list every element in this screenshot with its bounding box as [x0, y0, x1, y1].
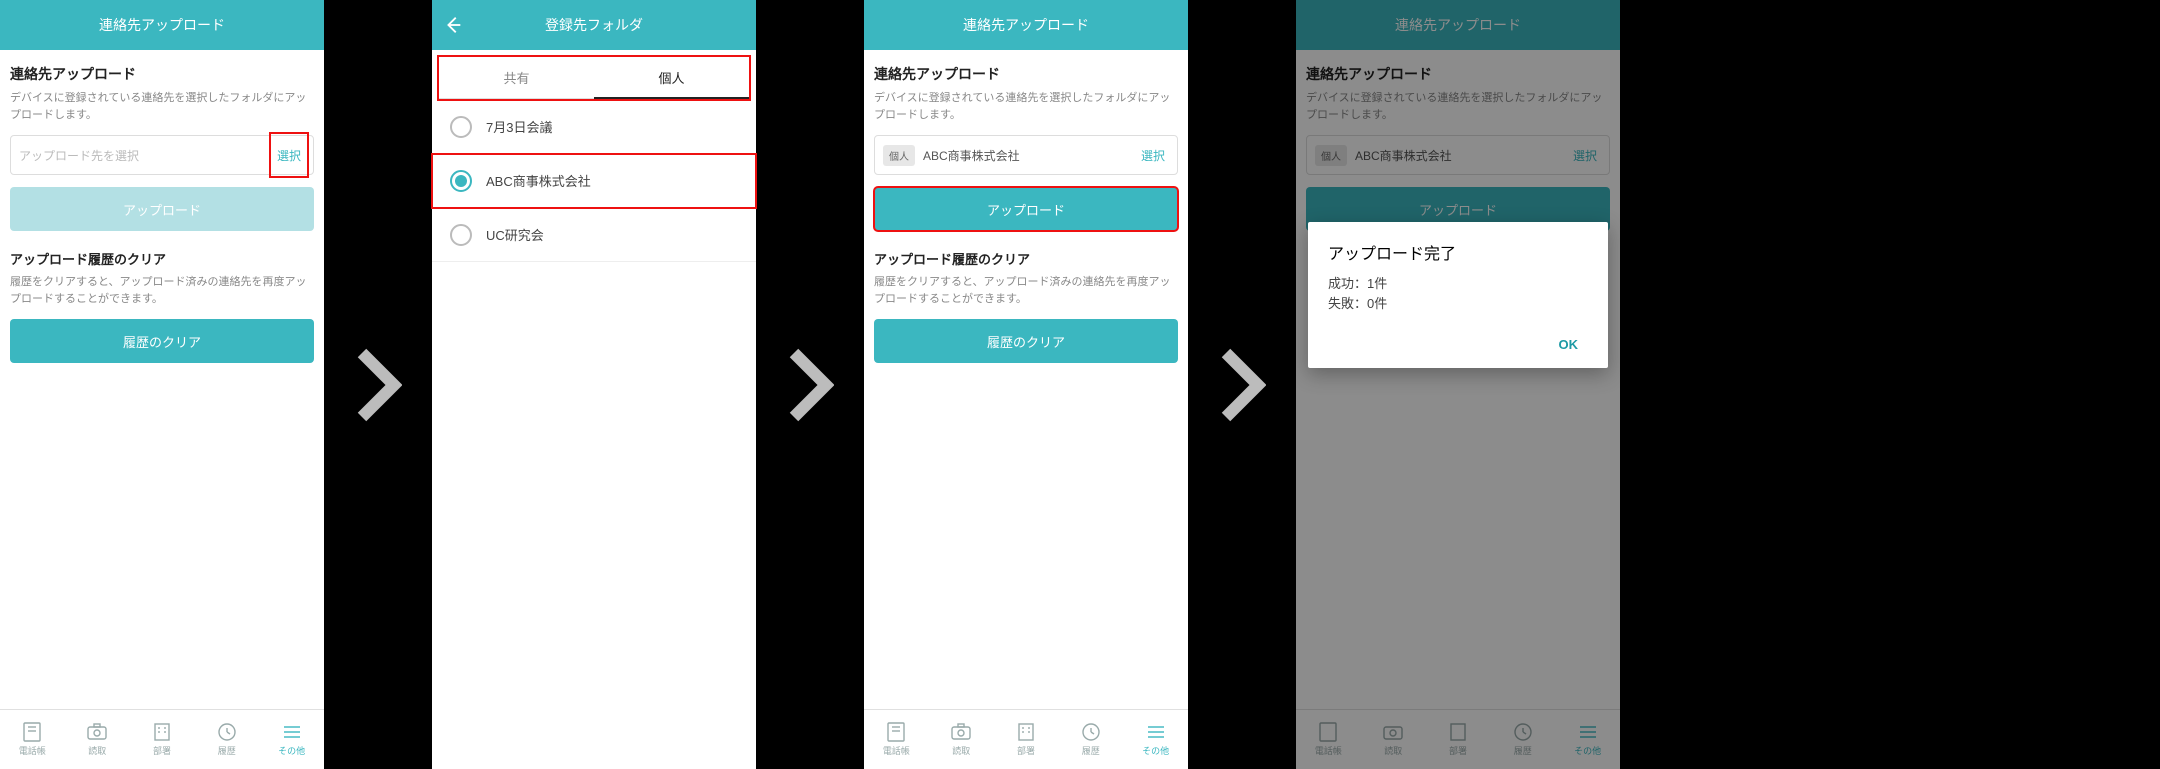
header: 連絡先アップロード	[0, 0, 324, 50]
upload-button[interactable]: アップロード	[10, 187, 314, 231]
content: 連絡先アップロード デバイスに登録されている連絡先を選択したフォルダにアップロー…	[864, 50, 1188, 709]
chevron-right-icon	[1218, 345, 1266, 425]
nav-history[interactable]: 履歴	[1058, 710, 1123, 769]
select-placeholder: アップロード先を選択	[19, 147, 139, 164]
header: 登録先フォルダ	[432, 0, 756, 50]
step-arrow	[324, 0, 432, 769]
folder-item[interactable]: 7月3日会議	[432, 100, 756, 154]
section-desc: デバイスに登録されている連絡先を選択したフォルダにアップロードします。	[874, 90, 1178, 123]
folder-type-badge: 個人	[883, 145, 915, 166]
nav-other[interactable]: その他	[1123, 710, 1188, 769]
chevron-right-icon	[786, 345, 834, 425]
folder-item-selected[interactable]: ABC商事株式会社	[432, 154, 756, 208]
header-title: 連絡先アップロード	[963, 15, 1089, 35]
tab-bar: 共有 個人	[432, 50, 756, 100]
upload-button[interactable]: アップロード	[874, 187, 1178, 231]
section-title: 連絡先アップロード	[10, 64, 314, 84]
nav-department[interactable]: 部署	[994, 710, 1059, 769]
select-action[interactable]: 選択	[1137, 136, 1169, 174]
clear-title: アップロード履歴のクリア	[874, 249, 1178, 268]
content: 連絡先アップロード デバイスに登録されている連絡先を選択したフォルダにアップロー…	[0, 50, 324, 709]
clear-desc: 履歴をクリアすると、アップロード済みの連絡先を再度アップロードすることができます…	[10, 274, 314, 307]
dialog-title: アップロード完了	[1328, 240, 1588, 264]
screen-upload-initial: 連絡先アップロード 連絡先アップロード デバイスに登録されている連絡先を選択した…	[0, 0, 324, 769]
clear-desc: 履歴をクリアすると、アップロード済みの連絡先を再度アップロードすることができます…	[874, 274, 1178, 307]
bottom-nav: 電話帳 読取 部署 履歴 その他	[864, 709, 1188, 769]
selected-folder: ABC商事株式会社	[923, 147, 1020, 164]
folder-list: 7月3日会議 ABC商事株式会社 UC研究会	[432, 100, 756, 262]
back-button[interactable]	[442, 0, 464, 50]
section-title: 連絡先アップロード	[874, 64, 1178, 84]
screen-upload-complete: 連絡先アップロード 連絡先アップロード デバイスに登録されている連絡先を選択した…	[1296, 0, 1620, 769]
screen-folder-select: 登録先フォルダ 共有 個人 7月3日会議 ABC商事株式会社 UC研究会	[432, 0, 756, 769]
clear-history-button[interactable]: 履歴のクリア	[10, 319, 314, 363]
select-action[interactable]: 選択	[273, 136, 305, 174]
header-title: 登録先フォルダ	[545, 15, 643, 35]
radio-unchecked-icon	[450, 224, 472, 246]
nav-phonebook[interactable]: 電話帳	[0, 710, 65, 769]
clear-history-button[interactable]: 履歴のクリア	[874, 319, 1178, 363]
chevron-right-icon	[354, 345, 402, 425]
tab-shared[interactable]: 共有	[439, 57, 594, 99]
nav-department[interactable]: 部署	[130, 710, 195, 769]
nav-history[interactable]: 履歴	[194, 710, 259, 769]
nav-other[interactable]: その他	[259, 710, 324, 769]
tab-personal[interactable]: 個人	[594, 57, 749, 99]
radio-unchecked-icon	[450, 116, 472, 138]
dialog-ok-button[interactable]: OK	[1549, 331, 1589, 358]
clear-title: アップロード履歴のクリア	[10, 249, 314, 268]
upload-complete-dialog: アップロード完了 成功：1件 失敗：0件 OK	[1308, 222, 1608, 368]
nav-phonebook[interactable]: 電話帳	[864, 710, 929, 769]
dialog-success-count: 成功：1件	[1328, 274, 1588, 294]
step-arrow	[1188, 0, 1296, 769]
step-arrow	[756, 0, 864, 769]
dialog-fail-count: 失敗：0件	[1328, 294, 1588, 314]
modal-scrim	[1296, 0, 1620, 769]
screen-upload-ready: 連絡先アップロード 連絡先アップロード デバイスに登録されている連絡先を選択した…	[864, 0, 1188, 769]
folder-item[interactable]: UC研究会	[432, 208, 756, 262]
nav-scan[interactable]: 読取	[929, 710, 994, 769]
header-title: 連絡先アップロード	[99, 15, 225, 35]
section-desc: デバイスに登録されている連絡先を選択したフォルダにアップロードします。	[10, 90, 314, 123]
select-destination[interactable]: 個人 ABC商事株式会社 選択	[874, 135, 1178, 175]
select-destination[interactable]: アップロード先を選択 選択	[10, 135, 314, 175]
header: 連絡先アップロード	[864, 0, 1188, 50]
radio-checked-icon	[450, 170, 472, 192]
nav-scan[interactable]: 読取	[65, 710, 130, 769]
bottom-nav: 電話帳 読取 部署 履歴 その他	[0, 709, 324, 769]
arrow-left-icon	[442, 14, 464, 36]
